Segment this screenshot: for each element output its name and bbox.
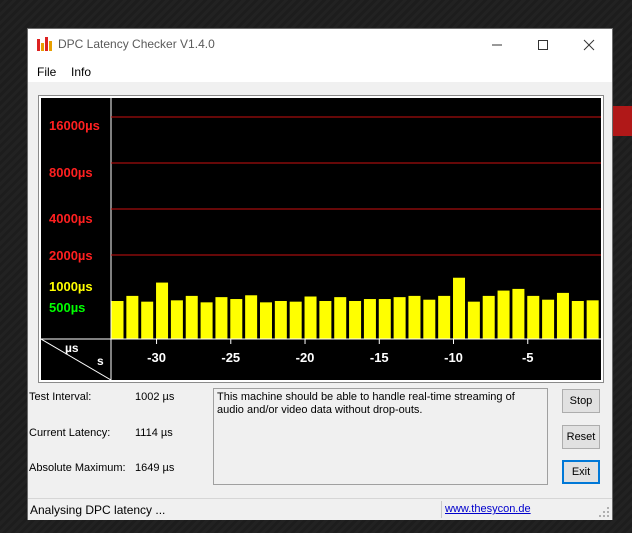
latency-bar (571, 301, 584, 339)
close-button[interactable] (566, 29, 612, 60)
latency-bar (319, 301, 332, 339)
latency-bar (556, 292, 569, 339)
latency-bar (215, 297, 228, 339)
latency-bar (156, 282, 169, 339)
menu-info[interactable]: Info (71, 65, 91, 79)
maximize-icon (538, 40, 548, 50)
latency-bar (408, 295, 421, 339)
latency-bar (453, 277, 466, 339)
latency-bar (497, 290, 510, 339)
status-bar: Analysing DPC latency ... www.thesycon.d… (28, 498, 612, 520)
latency-bar (185, 295, 198, 339)
y-tick-label: 2000µs (49, 248, 93, 263)
latency-bar (200, 302, 213, 339)
minimize-button[interactable] (474, 29, 520, 60)
latency-bar (438, 295, 451, 339)
status-text: Analysing DPC latency ... (30, 503, 166, 517)
title-bar[interactable]: DPC Latency Checker V1.4.0 (28, 29, 612, 60)
latency-bar (170, 300, 183, 339)
latency-bar (274, 301, 287, 339)
menu-bar: File Info (28, 60, 612, 82)
y-tick-label: 500µs (49, 300, 85, 315)
x-tick-label: -30 (147, 350, 166, 365)
current-latency-label: Current Latency: (29, 427, 111, 439)
test-interval-label: Test Interval: (29, 391, 92, 403)
website-link[interactable]: www.thesycon.de (445, 503, 531, 515)
reset-button[interactable]: Reset (562, 425, 600, 449)
y-tick-label: 16000µs (49, 118, 100, 133)
latency-bar (393, 297, 406, 339)
latency-bar (527, 295, 540, 339)
y-tick-label: 1000µs (49, 279, 93, 294)
menu-file[interactable]: File (37, 65, 56, 79)
latency-bar (363, 299, 376, 339)
window-title: DPC Latency Checker V1.4.0 (58, 37, 215, 51)
status-message: This machine should be able to handle re… (213, 388, 548, 485)
latency-bar (230, 299, 243, 339)
absolute-maximum-value: 1649 µs (135, 462, 175, 474)
x-tick-label: -5 (522, 350, 534, 365)
latency-bar (586, 300, 599, 339)
x-tick-label: -10 (444, 350, 463, 365)
latency-bar (259, 302, 272, 339)
latency-bar (289, 301, 302, 339)
status-separator (441, 501, 442, 518)
latency-bar (423, 299, 436, 339)
latency-bar (482, 295, 495, 339)
latency-bar (467, 301, 480, 339)
y-tick-label: 8000µs (49, 165, 93, 180)
x-tick-label: -25 (221, 350, 240, 365)
latency-bar (126, 295, 139, 339)
latency-bar (349, 301, 362, 339)
minimize-icon (492, 44, 502, 46)
y-tick-label: 4000µs (49, 211, 93, 226)
app-bar-chart-icon (37, 37, 53, 51)
stop-button[interactable]: Stop (562, 389, 600, 413)
maximize-button[interactable] (520, 29, 566, 60)
latency-bar (245, 295, 258, 339)
background-window-edge (612, 106, 632, 136)
app-window: DPC Latency Checker V1.4.0 File Info 160… (27, 28, 613, 520)
latency-graph: 16000µs 8000µs 4000µs 2000µs 1000µs 500µs µs s -… (41, 98, 601, 380)
resize-grip-icon[interactable] (598, 506, 610, 518)
exit-button[interactable]: Exit (562, 460, 600, 484)
latency-bar (378, 299, 391, 339)
absolute-maximum-label: Absolute Maximum: (29, 462, 126, 474)
latency-bar (334, 297, 347, 339)
x-unit-label: s (97, 354, 104, 368)
y-unit-label: µs (65, 341, 79, 355)
x-tick-label: -15 (370, 350, 389, 365)
latency-graph-frame: 16000µs 8000µs 4000µs 2000µs 1000µs 500µs µs s -… (38, 95, 604, 383)
latency-chart: 16000µs 8000µs 4000µs 2000µs 1000µs 500µs µs s -… (41, 98, 601, 380)
test-interval-value: 1002 µs (135, 391, 175, 403)
latency-bar (304, 296, 317, 339)
latency-bar (111, 301, 124, 339)
latency-bar (512, 288, 525, 339)
x-tick-label: -20 (296, 350, 315, 365)
current-latency-value: 1114 µs (135, 427, 173, 439)
latency-bar (542, 299, 555, 339)
latency-bar (141, 301, 154, 339)
close-icon (583, 39, 595, 51)
